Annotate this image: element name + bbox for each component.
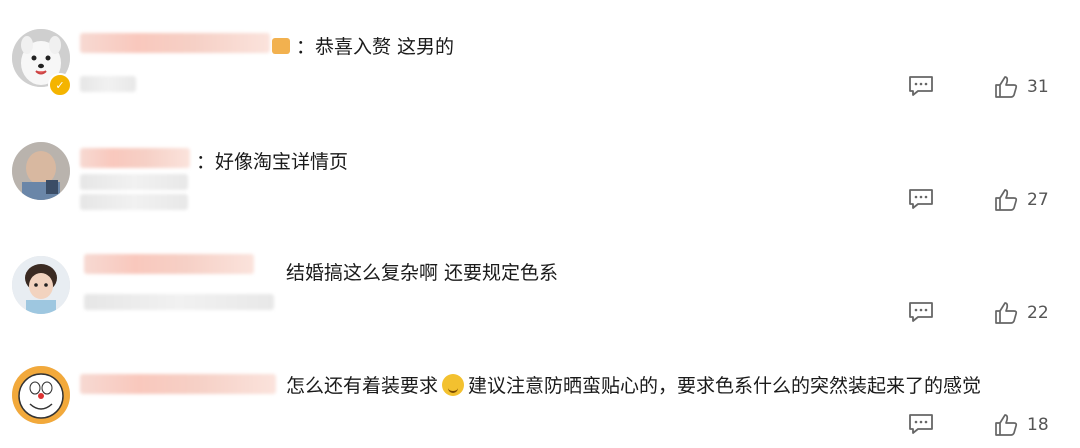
- sweat-smile-emoji-icon: [442, 374, 465, 396]
- like-button[interactable]: 31: [993, 74, 1049, 100]
- thumbs-up-icon: [995, 189, 1018, 211]
- thumbs-up-icon: [995, 76, 1018, 98]
- username[interactable]: [80, 33, 270, 53]
- user-avatar[interactable]: [12, 142, 70, 200]
- user-avatar[interactable]: [12, 366, 70, 424]
- comment-item: ：好像淘宝详情页 27: [0, 112, 1080, 224]
- reply-button[interactable]: [907, 74, 935, 98]
- reply-icon: [909, 414, 933, 434]
- child-avatar-icon: [12, 142, 70, 200]
- fan-badge-icon: [272, 38, 290, 54]
- comment-text: 怎么还有着装要求 建议注意防晒蛮贴心的，要求色系什么的突然装起来了的感觉: [286, 371, 981, 398]
- like-button[interactable]: 18: [993, 412, 1049, 438]
- reply-icon: [909, 189, 933, 209]
- comment-text-part1: 怎么还有着装要求: [286, 375, 439, 397]
- comment-text: ：恭喜入赘 这男的: [296, 36, 455, 58]
- username[interactable]: [84, 254, 254, 274]
- like-button[interactable]: 22: [993, 300, 1049, 326]
- comment-item: 怎么还有着装要求 建议注意防晒蛮贴心的，要求色系什么的突然装起来了的感觉 18: [0, 336, 1080, 448]
- thumbs-up-icon: [995, 414, 1018, 436]
- like-button[interactable]: 27: [993, 187, 1049, 213]
- verified-badge-icon: ✓: [48, 73, 72, 97]
- comment-meta: [80, 174, 188, 190]
- like-count: 18: [1027, 415, 1049, 435]
- comment-text-part2: 建议注意防晒蛮贴心的，要求色系什么的突然装起来了的感觉: [468, 375, 982, 397]
- user-avatar[interactable]: [12, 256, 70, 314]
- like-count: 27: [1027, 190, 1049, 210]
- username[interactable]: [80, 374, 276, 394]
- reply-button[interactable]: [907, 412, 935, 436]
- reply-icon: [909, 302, 933, 322]
- comment-meta: [84, 294, 274, 310]
- reply-icon: [909, 76, 933, 96]
- comment-text: 结婚搞这么复杂啊 还要规定色系: [286, 262, 559, 284]
- comment-text: ：好像淘宝详情页: [196, 151, 349, 173]
- doraemon-avatar-icon: [12, 366, 70, 424]
- comment-item: 结婚搞这么复杂啊 还要规定色系 22: [0, 224, 1080, 336]
- username[interactable]: [80, 148, 190, 168]
- reply-button[interactable]: [907, 300, 935, 324]
- reply-button[interactable]: [907, 187, 935, 211]
- like-count: 31: [1027, 77, 1049, 97]
- like-count: 22: [1027, 303, 1049, 323]
- girl-avatar-icon: [12, 256, 70, 314]
- comment-meta-2: [80, 194, 188, 210]
- thumbs-up-icon: [995, 302, 1018, 324]
- comment-item: ✓ ：恭喜入赘 这男的 31: [0, 0, 1080, 112]
- comment-meta: [80, 76, 136, 92]
